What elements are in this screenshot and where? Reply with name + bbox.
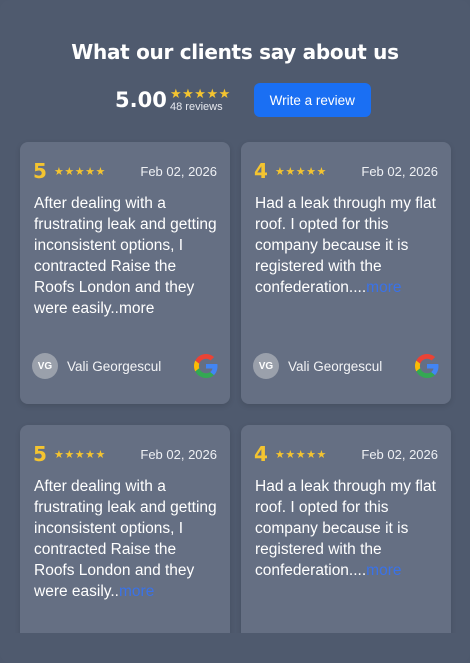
review-rating: 5 xyxy=(33,159,47,183)
review-card: 4 ★★★★★ Feb 02, 2026 Had a leak through … xyxy=(241,425,451,663)
review-card: 4 ★★★★★ Feb 02, 2026 Had a leak through … xyxy=(241,142,451,404)
read-more-link[interactable]: more xyxy=(366,562,401,579)
review-rating: 4 xyxy=(254,442,268,466)
review-date: Feb 02, 2026 xyxy=(361,446,438,462)
review-stars-icon: ★★★★★ xyxy=(275,448,327,461)
review-text: Had a leak through my flat roof. I opted… xyxy=(255,195,436,296)
read-more-link[interactable]: more xyxy=(119,583,154,600)
review-count: 48 reviews xyxy=(170,101,223,113)
review-text: After dealing with a frustrating leak an… xyxy=(34,478,217,600)
review-date: Feb 02, 2026 xyxy=(140,446,217,462)
review-card: 5 ★★★★★ Feb 02, 2026 After dealing with … xyxy=(20,425,230,663)
review-rating: 5 xyxy=(33,442,47,466)
review-card-header: 4 ★★★★★ Feb 02, 2026 xyxy=(254,159,438,183)
review-text-block: Had a leak through my flat roof. I opted… xyxy=(255,193,439,298)
review-card-header: 4 ★★★★★ Feb 02, 2026 xyxy=(254,442,438,466)
reviewer-name: Vali Georgescul xyxy=(288,358,383,374)
review-text: After dealing with a frustrating leak an… xyxy=(34,195,217,317)
review-card-footer: VG Vali Georgescul xyxy=(253,352,439,380)
review-text: Had a leak through my flat roof. I opted… xyxy=(255,478,436,579)
review-text-block: After dealing with a frustrating leak an… xyxy=(34,193,218,319)
write-review-button[interactable]: Write a review xyxy=(253,83,371,117)
review-text-block: After dealing with a frustrating leak an… xyxy=(34,476,218,602)
review-rating: 4 xyxy=(254,159,268,183)
read-more-link[interactable]: more xyxy=(119,300,154,317)
reviewer-avatar: VG xyxy=(253,353,279,379)
reviewer-name: Vali Georgescul xyxy=(67,358,162,374)
widget-title: What our clients say about us xyxy=(71,40,399,64)
rating-summary: 5.00 ★★★★★ 48 reviews Write a review xyxy=(115,83,371,117)
google-icon xyxy=(415,354,439,378)
reviews-widget: What our clients say about us 5.00 ★★★★★… xyxy=(0,0,470,663)
review-date: Feb 02, 2026 xyxy=(361,163,438,179)
review-stars-icon: ★★★★★ xyxy=(54,165,106,178)
review-stars-icon: ★★★★★ xyxy=(275,165,327,178)
review-card: 5 ★★★★★ Feb 02, 2026 After dealing with … xyxy=(20,142,230,404)
review-stars-icon: ★★★★★ xyxy=(54,448,106,461)
review-card-header: 5 ★★★★★ Feb 02, 2026 xyxy=(33,442,217,466)
reviewer-avatar: VG xyxy=(32,353,58,379)
summary-stars-block: ★★★★★ 48 reviews xyxy=(170,87,231,113)
review-card-footer: VG Vali Georgescul xyxy=(32,352,218,380)
bottom-fade xyxy=(0,633,470,663)
google-icon xyxy=(194,354,218,378)
review-text-block: Had a leak through my flat roof. I opted… xyxy=(255,476,439,581)
summary-stars-icon: ★★★★★ xyxy=(170,86,231,101)
review-card-header: 5 ★★★★★ Feb 02, 2026 xyxy=(33,159,217,183)
read-more-link[interactable]: more xyxy=(366,279,401,296)
review-date: Feb 02, 2026 xyxy=(140,163,217,179)
average-rating: 5.00 xyxy=(115,88,167,112)
